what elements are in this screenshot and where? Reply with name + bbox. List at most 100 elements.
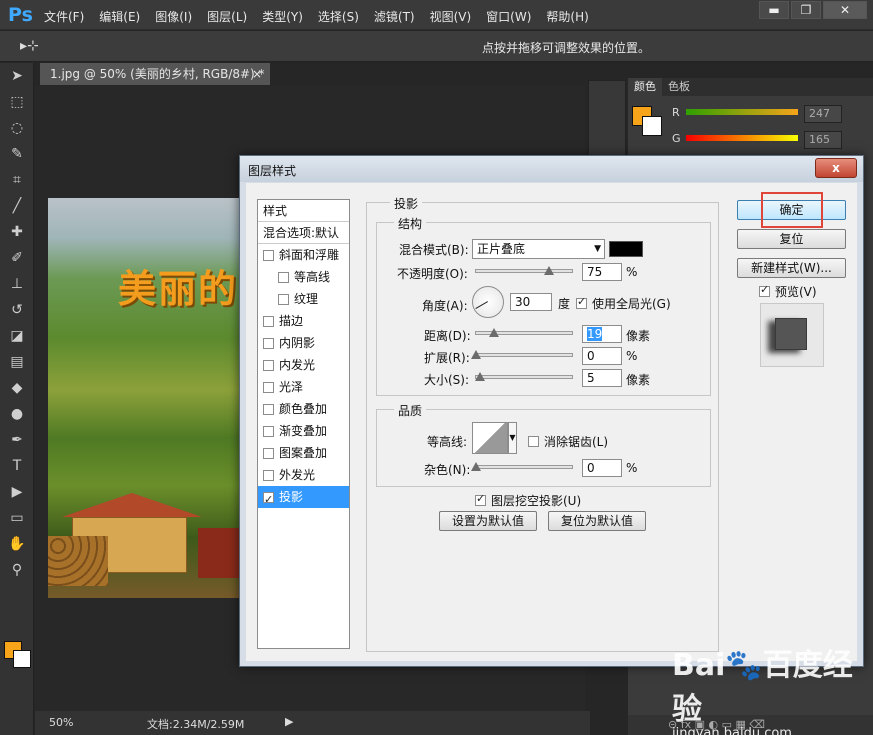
distance-slider-thumb[interactable] [488, 328, 499, 337]
status-menu-arrow-icon[interactable]: ▶ [285, 715, 293, 728]
move-tool-icon[interactable]: ▸⊹ [20, 38, 39, 54]
shape-tool-icon[interactable]: ▭ [0, 505, 34, 531]
history-brush-icon[interactable]: ↺ [0, 297, 34, 323]
knockout-option[interactable]: 图层挖空投影(U) [475, 492, 581, 509]
close-document-icon[interactable]: × [252, 63, 262, 85]
dodge-tool-icon[interactable]: ● [0, 401, 34, 427]
knockout-checkbox[interactable] [475, 492, 486, 506]
r-value-field[interactable]: 247 [804, 105, 842, 123]
minimize-button[interactable]: ▬ [759, 1, 789, 19]
style-item-inner-glow[interactable]: 内发光 [258, 354, 349, 376]
distance-input[interactable]: 19 [582, 325, 622, 343]
menu-window[interactable]: 窗口(W) [486, 8, 531, 25]
spread-slider[interactable] [475, 353, 573, 357]
menu-help[interactable]: 帮助(H) [546, 8, 588, 25]
g-value-field[interactable]: 165 [804, 131, 842, 149]
blur-tool-icon[interactable]: ◆ [0, 375, 34, 401]
spread-input[interactable]: 0 [582, 347, 622, 365]
spread-slider-thumb[interactable] [471, 350, 481, 359]
checkbox[interactable] [263, 469, 274, 481]
size-slider-thumb[interactable] [474, 372, 485, 381]
style-item-stroke[interactable]: 描边 [258, 310, 349, 332]
angle-dial[interactable] [472, 286, 504, 318]
contour-picker[interactable] [472, 422, 508, 454]
opacity-slider-thumb[interactable] [543, 266, 554, 275]
style-item-inner-shadow[interactable]: 内阴影 [258, 332, 349, 354]
size-input[interactable]: 5 [582, 369, 622, 387]
noise-slider-thumb[interactable] [471, 462, 481, 471]
menu-edit[interactable]: 编辑(E) [99, 8, 140, 25]
g-slider[interactable] [686, 135, 798, 141]
checkbox[interactable] [263, 425, 274, 437]
checkbox[interactable] [263, 489, 274, 511]
close-window-button[interactable]: ✕ [823, 1, 867, 19]
noise-input[interactable]: 0 [582, 459, 622, 477]
marquee-tool-icon[interactable]: ⬚ [0, 89, 34, 115]
brush-tool-icon[interactable]: ✐ [0, 245, 34, 271]
eraser-tool-icon[interactable]: ◪ [0, 323, 34, 349]
noise-slider[interactable] [475, 465, 573, 469]
blending-options-item[interactable]: 混合选项:默认 [258, 222, 349, 244]
stamp-tool-icon[interactable]: ⊥ [0, 271, 34, 297]
checkbox[interactable] [278, 271, 289, 283]
global-light-option[interactable]: 使用全局光(G) [576, 295, 671, 312]
reset-default-button[interactable]: 复位为默认值 [548, 511, 646, 531]
preview-option[interactable]: 预览(V) [759, 283, 817, 300]
gradient-tool-icon[interactable]: ▤ [0, 349, 34, 375]
make-default-button[interactable]: 设置为默认值 [439, 511, 537, 531]
checkbox[interactable] [263, 315, 274, 327]
style-item-bevel-emboss[interactable]: 斜面和浮雕 [258, 244, 349, 266]
antialias-option[interactable]: 消除锯齿(L) [528, 433, 608, 450]
dialog-close-button[interactable]: x [815, 158, 857, 178]
r-slider[interactable] [686, 109, 798, 115]
menu-image[interactable]: 图像(I) [155, 8, 192, 25]
shadow-color-swatch[interactable] [609, 241, 643, 257]
size-slider[interactable] [475, 375, 573, 379]
style-item-texture[interactable]: 纹理 [258, 288, 349, 310]
hand-tool-icon[interactable]: ✋ [0, 531, 34, 557]
menu-layer[interactable]: 图层(L) [207, 8, 247, 25]
global-light-checkbox[interactable] [576, 295, 587, 309]
menu-file[interactable]: 文件(F) [44, 8, 84, 25]
restore-button[interactable]: ❐ [791, 1, 821, 19]
blend-mode-select[interactable]: 正片叠底 ▼ [472, 239, 605, 259]
checkbox[interactable] [263, 249, 274, 261]
checkbox[interactable] [263, 359, 274, 371]
opacity-input[interactable]: 75 [582, 263, 622, 281]
tab-swatches[interactable]: 色板 [662, 78, 696, 96]
checkbox[interactable] [278, 293, 289, 305]
checkbox[interactable] [263, 403, 274, 415]
healing-brush-icon[interactable]: ✚ [0, 219, 34, 245]
panel-background-swatch[interactable] [642, 116, 662, 136]
tab-color[interactable]: 颜色 [628, 78, 662, 96]
menu-filter[interactable]: 滤镜(T) [374, 8, 415, 25]
menu-select[interactable]: 选择(S) [318, 8, 359, 25]
quick-select-tool-icon[interactable]: ✎ [0, 141, 34, 167]
style-list-header[interactable]: 样式 [258, 200, 349, 222]
document-tab[interactable]: 1.jpg @ 50% (美丽的乡村, RGB/8#) * × [40, 63, 270, 85]
style-item-color-overlay[interactable]: 颜色叠加 [258, 398, 349, 420]
style-item-pattern-overlay[interactable]: 图案叠加 [258, 442, 349, 464]
angle-input[interactable]: 30 [510, 293, 552, 311]
background-color-swatch[interactable] [13, 650, 31, 668]
type-tool-icon[interactable]: T [0, 453, 34, 479]
new-style-button[interactable]: 新建样式(W)... [737, 258, 846, 278]
style-item-gradient-overlay[interactable]: 渐变叠加 [258, 420, 349, 442]
style-item-outer-glow[interactable]: 外发光 [258, 464, 349, 486]
style-item-drop-shadow[interactable]: 投影 [258, 486, 349, 511]
move-tool-icon[interactable]: ➤ [0, 63, 34, 89]
menu-view[interactable]: 视图(V) [430, 8, 472, 25]
style-item-satin[interactable]: 光泽 [258, 376, 349, 398]
contour-dropdown-icon[interactable]: ▼ [508, 422, 517, 454]
antialias-checkbox[interactable] [528, 436, 539, 447]
checkbox[interactable] [263, 381, 274, 393]
eyedropper-tool-icon[interactable]: ╱ [0, 193, 34, 219]
reset-button[interactable]: 复位 [737, 229, 846, 249]
lasso-tool-icon[interactable]: ◌ [0, 115, 34, 141]
crop-tool-icon[interactable]: ⌗ [0, 167, 34, 193]
style-item-contour[interactable]: 等高线 [258, 266, 349, 288]
checkbox[interactable] [263, 337, 274, 349]
menu-type[interactable]: 类型(Y) [262, 8, 303, 25]
zoom-level[interactable]: 50% [49, 716, 73, 729]
opacity-slider[interactable] [475, 269, 573, 273]
